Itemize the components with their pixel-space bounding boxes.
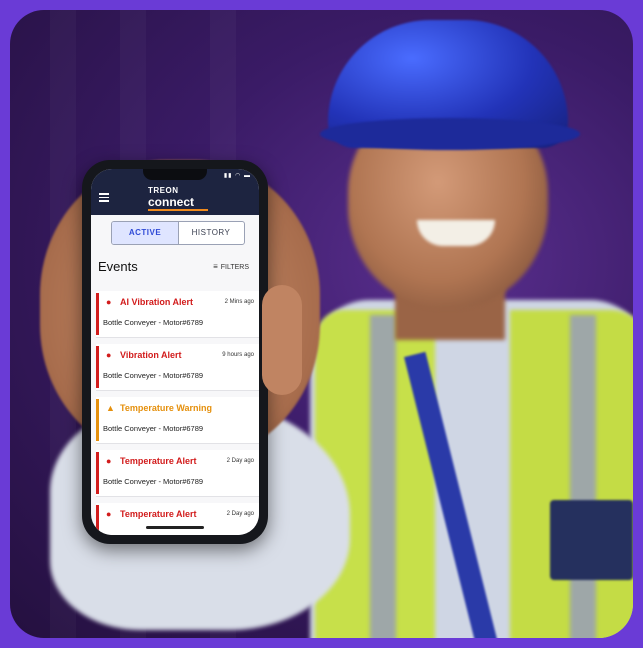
filter-icon: ≡ bbox=[213, 262, 218, 271]
event-time: 9 hours ago bbox=[222, 352, 254, 358]
home-indicator bbox=[146, 526, 204, 529]
app-header: ▮▮ ◠ ▬ TREON connect bbox=[91, 169, 259, 215]
event-time: 2 Day ago bbox=[226, 458, 254, 464]
tab-active[interactable]: ACTIVE bbox=[112, 222, 179, 244]
alert-circle-icon: ● bbox=[106, 350, 112, 360]
reflective-strip bbox=[570, 315, 596, 638]
smartphone: ▮▮ ◠ ▬ TREON connect ACTIVE HISTORY Even… bbox=[82, 160, 268, 544]
severity-bar bbox=[96, 293, 99, 335]
event-title: Temperature Alert bbox=[120, 456, 197, 466]
event-time: 2 Mins ago bbox=[224, 299, 254, 305]
id-badge bbox=[550, 500, 633, 580]
phone-screen: ▮▮ ◠ ▬ TREON connect ACTIVE HISTORY Even… bbox=[91, 169, 259, 535]
brand-logo-top: TREON bbox=[148, 186, 179, 195]
event-title: Temperature Warning bbox=[120, 403, 213, 413]
hamburger-menu-icon[interactable] bbox=[99, 193, 109, 202]
event-card[interactable]: ● AI Vibration Alert 2 Mins ago Bottle C… bbox=[96, 291, 259, 338]
tab-switcher: ACTIVE HISTORY bbox=[111, 221, 245, 245]
filters-label: FILTERS bbox=[220, 264, 249, 271]
event-title: AI Vibration Alert bbox=[120, 297, 194, 307]
event-card[interactable]: ▲ Temperature Warning Bottle Conveyer - … bbox=[96, 397, 259, 444]
alert-circle-icon: ● bbox=[106, 456, 112, 466]
severity-bar bbox=[96, 346, 99, 388]
event-card[interactable]: ● Temperature Alert 2 Day ago bbox=[96, 503, 259, 535]
events-heading: Events bbox=[98, 259, 138, 274]
status-bar-icons: ▮▮ ◠ ▬ bbox=[223, 173, 251, 179]
event-card[interactable]: ● Vibration Alert 9 hours ago Bottle Con… bbox=[96, 344, 259, 391]
brand-logo-main: connect bbox=[148, 195, 195, 209]
brand-underline bbox=[148, 209, 208, 211]
tab-history[interactable]: HISTORY bbox=[178, 222, 244, 244]
reflective-strip bbox=[370, 315, 396, 638]
event-source: Bottle Conveyer - Motor#6789 bbox=[103, 318, 204, 327]
event-card[interactable]: ● Temperature Alert 2 Day ago Bottle Con… bbox=[96, 450, 259, 497]
alert-circle-icon: ● bbox=[106, 509, 112, 519]
event-source: Bottle Conveyer - Motor#6789 bbox=[103, 371, 204, 380]
warning-triangle-icon: ▲ bbox=[106, 403, 115, 413]
event-title: Temperature Alert bbox=[120, 509, 197, 519]
filters-button[interactable]: ≡ FILTERS bbox=[213, 262, 249, 271]
alert-circle-icon: ● bbox=[106, 297, 112, 307]
worker-thumb bbox=[262, 285, 302, 395]
event-time: 2 Day ago bbox=[226, 511, 254, 517]
hard-hat-brim bbox=[320, 118, 580, 150]
phone-notch bbox=[143, 169, 207, 180]
severity-bar bbox=[96, 399, 99, 441]
event-title: Vibration Alert bbox=[120, 350, 182, 360]
severity-bar bbox=[96, 505, 99, 535]
event-source: Bottle Conveyer - Motor#6789 bbox=[103, 424, 204, 433]
severity-bar bbox=[96, 452, 99, 494]
event-source: Bottle Conveyer - Motor#6789 bbox=[103, 477, 204, 486]
